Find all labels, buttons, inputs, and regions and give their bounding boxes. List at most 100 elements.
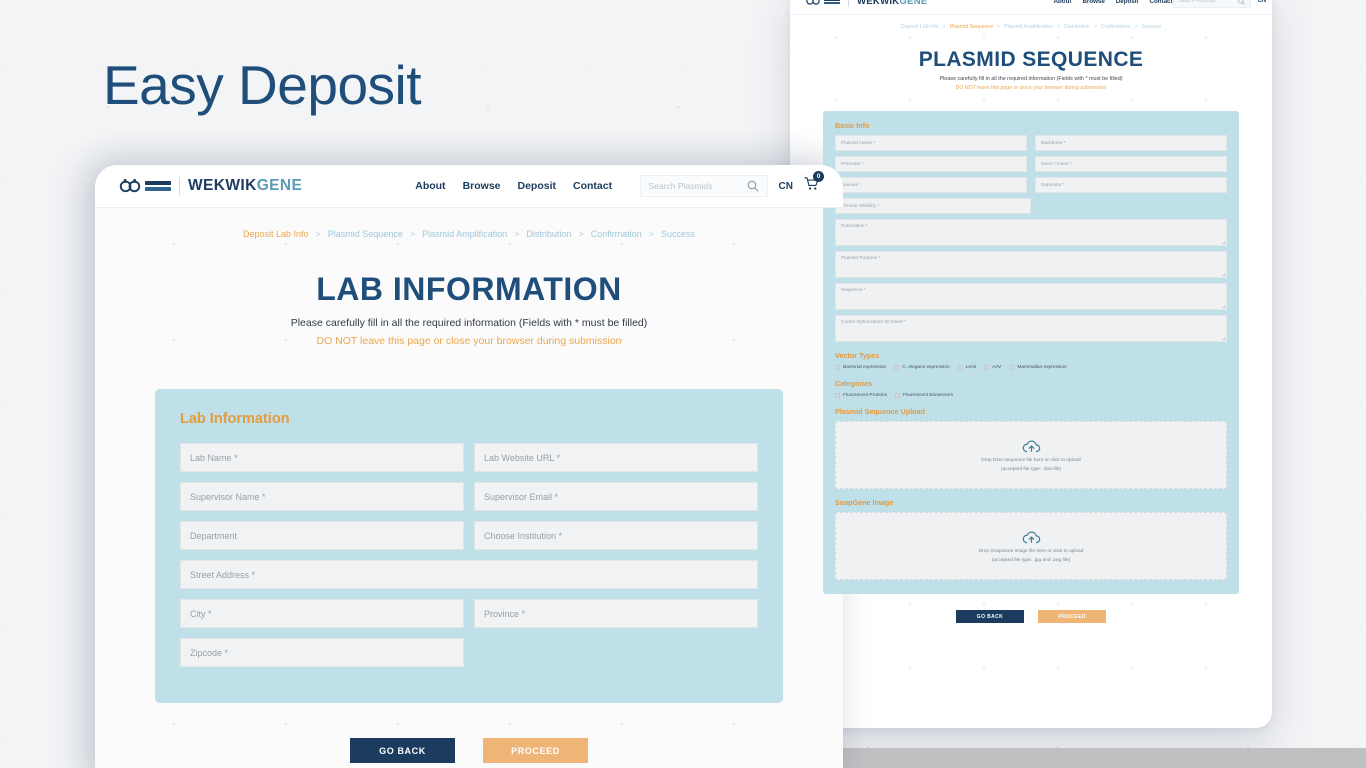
brand-word-primary: WEKWIK (188, 177, 257, 194)
language-toggle[interactable]: CN (779, 181, 793, 192)
field-codon-optimization[interactable]: Codon Optimization Of Insert * (835, 315, 1227, 342)
field-zipcode[interactable]: Zipcode * (180, 638, 464, 667)
checkbox-box-icon (895, 393, 900, 398)
field-species[interactable]: Species * (835, 177, 1027, 193)
vector-types-checkbox-group: Bacterial expression C. elegans expressi… (835, 365, 1227, 370)
field-choose-institution[interactable]: Choose Institution * (474, 521, 758, 550)
back-nav-browse[interactable]: Browse (1082, 0, 1104, 5)
back-breadcrumb-step-5[interactable]: Success (1141, 24, 1161, 30)
checkbox-bacterial-expression[interactable]: Bacterial expression (835, 365, 886, 370)
checkbox-box-icon (835, 365, 840, 370)
back-breadcrumb-step-0[interactable]: Deposit Lab Info (901, 24, 939, 30)
field-street-address[interactable]: Street Address * (180, 560, 758, 589)
checkbox-box-icon (1009, 365, 1015, 370)
back-page-subtitle: Please carefully fill in all the require… (939, 76, 1123, 82)
search-input[interactable]: Search Plasmids (639, 175, 768, 197)
breadcrumb-step-plasmid-amplification[interactable]: Plasmid Amplification (422, 229, 507, 239)
logo-divider (179, 177, 180, 195)
breadcrumb-step-plasmid-sequence[interactable]: Plasmid Sequence (328, 229, 403, 239)
cart-button[interactable]: 0 (804, 171, 824, 196)
search-placeholder: Search Plasmids (648, 181, 713, 191)
back-language-toggle[interactable]: CN (1258, 0, 1267, 4)
back-panel-navbar: WEKWIKGENE About Browse Deposit Contact … (790, 0, 1272, 15)
breadcrumb-step-confirmation[interactable]: Confirmation (591, 229, 642, 239)
checkbox-label: AAV (992, 365, 1002, 370)
breadcrumb-step-deposit-lab-info[interactable]: Deposit Lab Info (243, 229, 309, 239)
nav-deposit[interactable]: Deposit (518, 180, 557, 192)
back-field-row: Species * Depositor * (835, 177, 1227, 193)
field-city[interactable]: City * (180, 599, 464, 628)
brand-word-primary: WEKWIK (857, 0, 900, 7)
nav-browse[interactable]: Browse (463, 180, 501, 192)
form-row: City * Province * (180, 599, 758, 628)
checkbox-fluorescent-proteins[interactable]: Fluorescent Proteins (835, 393, 887, 398)
front-panel-logo[interactable]: WEKWIKGENE (119, 177, 302, 195)
front-page-header: LAB INFORMATION Please carefully fill in… (95, 271, 843, 347)
checkbox-box-icon (957, 365, 963, 370)
front-panel-nav-links: About Browse Deposit Contact (415, 180, 612, 192)
checkbox-c-elegans-expression[interactable]: C. elegans expression (894, 365, 950, 370)
back-section-vector-types: Vector Types (835, 351, 880, 360)
back-section-snapgene-image: SnapGene Image (835, 498, 894, 507)
bottom-grey-strip (843, 748, 1366, 768)
nav-contact[interactable]: Contact (573, 180, 612, 192)
field-sequence[interactable]: Sequence * (835, 283, 1227, 310)
field-supervisor-name[interactable]: Supervisor Name * (180, 482, 464, 511)
back-nav-about[interactable]: About (1054, 0, 1072, 5)
back-go-back-button[interactable]: GO BACK (956, 610, 1024, 623)
breadcrumb-separator: > (578, 229, 584, 239)
westlake-lab-icon (119, 179, 141, 193)
field-supervisor-email[interactable]: Supervisor Email * (474, 482, 758, 511)
back-field-row: Promoter * Gene / Insert * (835, 156, 1227, 172)
proceed-button[interactable]: PROCEED (483, 738, 588, 763)
field-lab-website-url[interactable]: Lab Website URL * (474, 443, 758, 472)
front-panel-navbar: WEKWIKGENE About Browse Deposit Contact … (95, 165, 843, 208)
field-publication[interactable]: Publication * (835, 219, 1227, 246)
westlake-wordmark-cn (145, 181, 171, 191)
field-depositor[interactable]: Depositor * (1035, 177, 1227, 193)
checkbox-mammalian-expression[interactable]: Mammalian expression (1009, 365, 1067, 370)
back-section-plasmid-sequence-upload: Plasmid Sequence Upload (835, 407, 925, 416)
field-choose-visibility[interactable]: Choose Visibility * (835, 198, 1031, 214)
go-back-button[interactable]: GO BACK (350, 738, 455, 763)
back-page-header: PLASMID SEQUENCE Please carefully fill i… (790, 48, 1272, 91)
back-panel-action-buttons: GO BACK PROCEED (790, 610, 1272, 623)
nav-about[interactable]: About (415, 180, 445, 192)
cloud-upload-icon (1022, 440, 1040, 452)
checkbox-lenti[interactable]: Lenti (957, 365, 977, 370)
back-nav-deposit[interactable]: Deposit (1116, 0, 1139, 5)
field-promoter[interactable]: Promoter * (835, 156, 1027, 172)
back-nav-contact[interactable]: Contact (1150, 0, 1173, 5)
form-row: Department Choose Institution * (180, 521, 758, 550)
search-icon[interactable] (747, 180, 759, 192)
breadcrumb-step-success[interactable]: Success (661, 229, 695, 239)
checkbox-fluorescent-biosensors[interactable]: Fluorescent Biosensors (895, 393, 953, 398)
field-backbone[interactable]: Backbone * (1035, 135, 1227, 151)
dropzone-snapgene-image[interactable]: Drop SnapGene image file here or click t… (835, 512, 1227, 580)
back-proceed-button[interactable]: PROCEED (1038, 610, 1106, 623)
breadcrumb-step-distribution[interactable]: Distribution (526, 229, 571, 239)
back-breadcrumb-step-1[interactable]: Plasmid Sequence (950, 24, 993, 30)
field-lab-name[interactable]: Lab Name * (180, 443, 464, 472)
dropzone-dna-sequence[interactable]: Drop DNA sequence file here or click to … (835, 421, 1227, 489)
field-department[interactable]: Department (180, 521, 464, 550)
field-gene-insert[interactable]: Gene / Insert * (1035, 156, 1227, 172)
back-panel-logo[interactable]: WEKWIKGENE (806, 0, 928, 7)
brand-word-accent: GENE (256, 177, 303, 194)
checkbox-aav[interactable]: AAV (984, 365, 1001, 370)
back-breadcrumb-step-4[interactable]: Confirmation (1101, 24, 1130, 30)
lab-information-form-card: Lab Information Lab Name * Lab Website U… (155, 389, 783, 703)
back-search-placeholder: Search Plasmids (1178, 0, 1217, 4)
back-breadcrumb-step-2[interactable]: Plasmid Amplification (1004, 24, 1053, 30)
checkbox-label: Lenti (965, 365, 977, 370)
field-province[interactable]: Province * (474, 599, 758, 628)
back-breadcrumb-step-3[interactable]: Distribution (1064, 24, 1090, 30)
form-section-title: Lab Information (180, 411, 290, 427)
logo-divider (848, 0, 849, 7)
checkbox-label: Fluorescent Proteins (843, 393, 887, 398)
field-plasmid-name[interactable]: Plasmid Name * (835, 135, 1027, 151)
back-search-input[interactable]: Search Plasmids (1172, 0, 1251, 8)
dropzone-snapgene-line1: Drop SnapGene image file here or click t… (978, 548, 1084, 554)
field-plasmid-purpose[interactable]: Plasmid Purpose * (835, 251, 1227, 278)
checkbox-label: Fluorescent Biosensors (903, 393, 954, 398)
